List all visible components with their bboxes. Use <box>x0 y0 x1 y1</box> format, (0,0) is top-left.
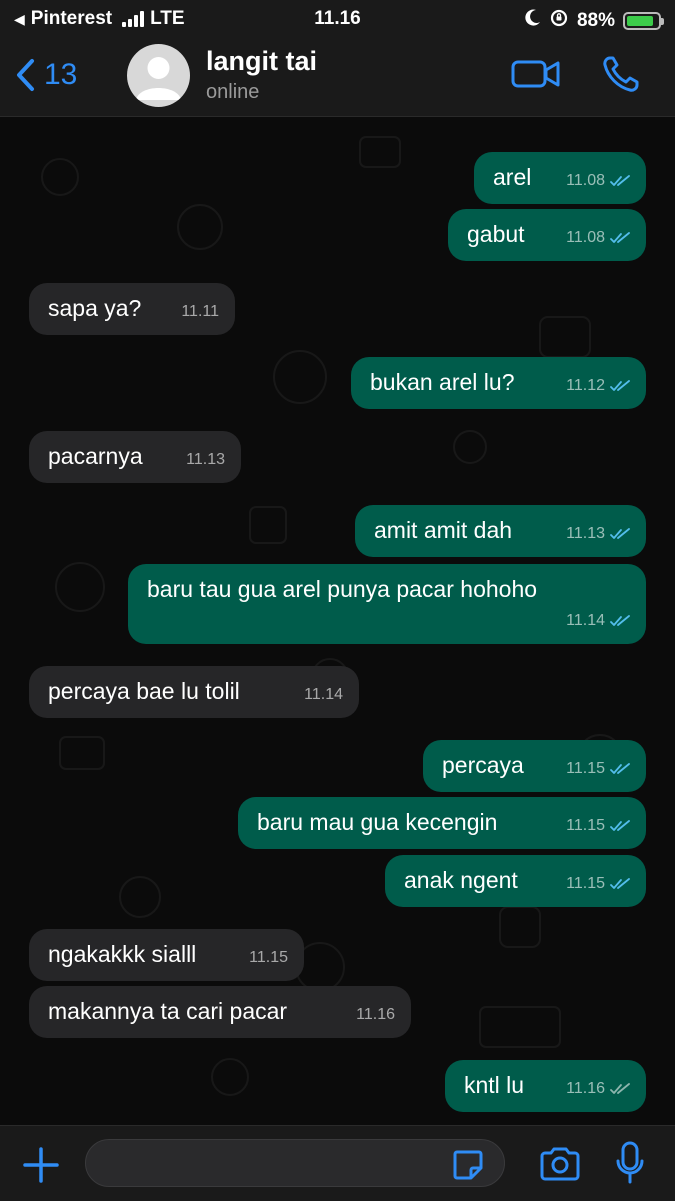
message-text: percaya bae lu tolil <box>48 678 240 704</box>
message-time: 11.15 <box>249 949 288 966</box>
message-time: 11.15 <box>566 875 605 892</box>
incoming-message[interactable]: sapa ya? 11.11 <box>29 283 235 335</box>
video-call-button[interactable] <box>511 54 561 99</box>
sticker-button[interactable] <box>451 1148 485 1187</box>
message-text: amit amit dah <box>374 517 513 543</box>
message-time: 11.14 <box>304 686 343 703</box>
message-text: bukan arel lu? <box>370 369 515 395</box>
message-time: 11.08 <box>566 172 605 189</box>
message-meta: 11.14 <box>304 680 343 710</box>
message-meta: 11.08 <box>566 223 630 253</box>
message-time: 11.08 <box>566 229 605 246</box>
phone-icon <box>603 56 639 92</box>
message-meta: 11.15 <box>566 811 630 841</box>
outgoing-message[interactable]: gabut 11.08 <box>448 209 646 261</box>
message-text: baru tau gua arel punya pacar hohoho <box>147 576 538 602</box>
message-text: sapa ya? <box>48 295 142 321</box>
message-meta: 11.15 <box>566 754 630 784</box>
voice-call-button[interactable] <box>601 54 641 99</box>
message-text: anak ngent <box>404 867 518 893</box>
message-text: gabut <box>467 221 525 247</box>
message-time: 11.15 <box>566 760 605 777</box>
message-text: pacarnya <box>48 443 143 469</box>
double-check-delivered-icon <box>610 1083 630 1094</box>
message-meta: 11.15 <box>566 869 630 899</box>
incoming-message[interactable]: pacarnya 11.13 <box>29 431 241 483</box>
incoming-message[interactable]: percaya bae lu tolil 11.14 <box>29 666 359 718</box>
message-time: 11.14 <box>566 612 605 629</box>
default-avatar-icon <box>136 57 181 100</box>
attach-button[interactable] <box>22 1146 60 1189</box>
double-check-read-icon <box>610 175 630 186</box>
video-camera-icon <box>511 60 560 88</box>
outgoing-message[interactable]: baru mau gua kecengin 11.15 <box>238 797 646 849</box>
message-meta: 11.13 <box>566 519 630 549</box>
message-input[interactable] <box>85 1139 505 1187</box>
incoming-message[interactable]: makannya ta cari pacar 11.16 <box>29 986 411 1038</box>
incoming-message[interactable]: ngakakkk sialll 11.15 <box>29 929 304 981</box>
message-meta: 11.14 <box>566 606 630 636</box>
message-meta: 11.16 <box>566 1074 630 1104</box>
double-check-read-icon <box>610 763 630 774</box>
message-time: 11.13 <box>566 525 605 542</box>
outgoing-message[interactable]: amit amit dah 11.13 <box>355 505 646 557</box>
message-meta: 11.16 <box>356 1000 395 1030</box>
contact-status: online <box>206 81 260 103</box>
outgoing-message[interactable]: bukan arel lu? 11.12 <box>351 357 646 409</box>
message-meta: 11.12 <box>566 371 630 401</box>
outgoing-message[interactable]: baru tau gua arel punya pacar hohoho 11.1… <box>128 564 646 644</box>
chat-area[interactable]: arel 11.08 gabut 11.08 sapa ya? 11.11 bukan ar… <box>0 117 675 1125</box>
contact-avatar[interactable] <box>127 44 190 107</box>
message-time: 11.12 <box>566 377 605 394</box>
unread-count: 13 <box>44 58 78 91</box>
chevron-left-icon <box>17 59 34 91</box>
outgoing-message[interactable]: arel 11.08 <box>474 152 646 204</box>
battery-icon <box>623 12 664 30</box>
do-not-disturb-moon-icon <box>525 9 541 33</box>
plus-icon <box>23 1147 59 1183</box>
camera-icon <box>540 1147 580 1181</box>
battery-fill <box>627 16 654 26</box>
double-check-read-icon <box>610 615 630 626</box>
message-text: percaya <box>442 752 524 778</box>
microphone-icon <box>616 1141 644 1184</box>
voice-note-button[interactable] <box>615 1141 645 1190</box>
chat-header: 13 langit tai online <box>0 38 675 117</box>
contact-name[interactable]: langit tai <box>206 46 317 77</box>
composer-bar <box>0 1125 675 1201</box>
double-check-read-icon <box>610 380 630 391</box>
double-check-read-icon <box>610 878 630 889</box>
message-time: 11.16 <box>566 1080 605 1097</box>
double-check-read-icon <box>610 820 630 831</box>
message-meta: 11.11 <box>181 297 219 327</box>
message-text: ngakakkk sialll <box>48 941 197 967</box>
message-time: 11.16 <box>356 1006 395 1023</box>
message-time: 11.13 <box>186 451 225 468</box>
message-text: arel <box>493 164 532 190</box>
message-text: baru mau gua kecengin <box>257 809 498 835</box>
camera-button[interactable] <box>538 1146 582 1187</box>
message-time: 11.15 <box>566 817 605 834</box>
message-meta: 11.13 <box>186 445 225 475</box>
outgoing-message[interactable]: anak ngent 11.15 <box>385 855 646 907</box>
status-right: 88% <box>525 8 664 34</box>
message-meta: 11.15 <box>249 943 288 973</box>
orientation-lock-icon <box>549 8 569 34</box>
outgoing-message[interactable]: kntl lu 11.16 <box>445 1060 646 1112</box>
message-text: makannya ta cari pacar <box>48 998 288 1024</box>
back-button[interactable]: 13 <box>14 58 77 92</box>
battery-percent: 88% <box>576 10 615 31</box>
status-bar: ◀ Pinterest LTE 11.16 88% <box>0 0 675 38</box>
sticker-icon <box>453 1150 483 1180</box>
message-meta: 11.08 <box>566 166 630 196</box>
outgoing-message[interactable]: percaya 11.15 <box>423 740 646 792</box>
double-check-read-icon <box>610 528 630 539</box>
double-check-read-icon <box>610 232 630 243</box>
message-time: 11.11 <box>181 303 219 320</box>
message-text: kntl lu <box>464 1072 525 1098</box>
